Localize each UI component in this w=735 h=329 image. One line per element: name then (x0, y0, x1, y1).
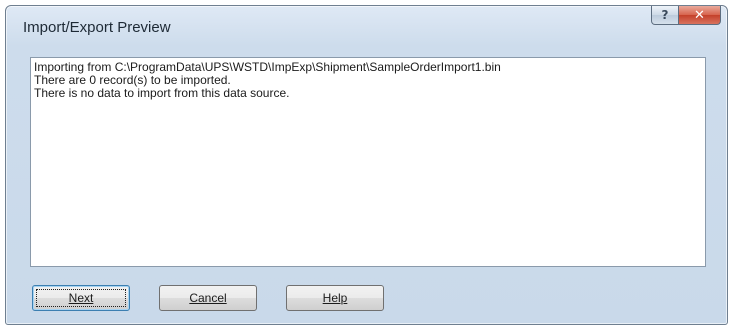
dialog-title: Import/Export Preview (23, 19, 171, 36)
question-mark-icon: ? (661, 8, 669, 22)
caption-buttons: ? ✕ (651, 6, 721, 26)
focus-ring (36, 289, 126, 307)
help-button[interactable]: Help (286, 285, 384, 311)
help-button-label: Help (322, 291, 348, 305)
cancel-button-label: Cancel (189, 291, 227, 305)
next-button[interactable]: Next (32, 285, 130, 311)
close-button[interactable]: ✕ (679, 6, 721, 25)
button-row: Next Cancel Help (6, 285, 727, 312)
title-bar[interactable]: Import/Export Preview ? ✕ (6, 6, 727, 46)
import-export-preview-dialog: Import/Export Preview ? ✕ Importing from… (5, 5, 728, 325)
close-icon: ✕ (694, 7, 705, 23)
log-line-no-data: There is no data to import from this dat… (34, 86, 290, 100)
help-caption-button[interactable]: ? (651, 6, 679, 25)
preview-log-textbox[interactable]: Importing from C:\ProgramData\UPS\WSTD\I… (30, 57, 706, 267)
cancel-button[interactable]: Cancel (159, 285, 257, 311)
